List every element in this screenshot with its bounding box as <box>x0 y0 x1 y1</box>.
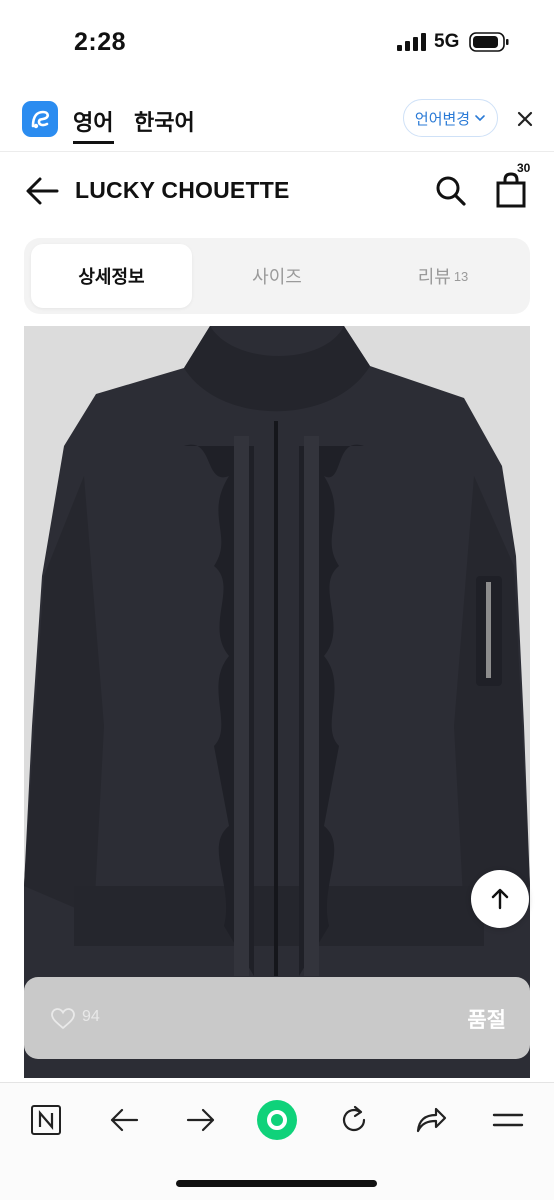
target-language-tab[interactable]: 한국어 <box>134 105 195 137</box>
detail-tabs: 상세정보 사이즈 리뷰 13 <box>24 238 530 314</box>
purchase-bar: 94 품절 <box>24 977 530 1059</box>
translator-logo-icon <box>22 101 58 137</box>
sold-out-label: 품절 <box>467 1009 506 1032</box>
tab-size[interactable]: 사이즈 <box>199 244 355 308</box>
tab-reviews-label: 리뷰 <box>417 267 451 287</box>
product-image <box>24 326 530 1078</box>
battery-icon <box>469 32 509 52</box>
active-language-underline <box>73 141 114 144</box>
change-language-button[interactable]: 언어변경 <box>403 99 498 137</box>
chevron-down-icon <box>475 115 485 122</box>
tab-reviews[interactable]: 리뷰 13 <box>362 244 524 308</box>
scroll-top-button[interactable] <box>471 870 529 928</box>
menu-icon[interactable] <box>488 1100 528 1140</box>
refresh-icon[interactable] <box>334 1100 374 1140</box>
brand-title: LUCKY CHOUETTE <box>75 177 290 203</box>
heart-icon[interactable] <box>50 1007 76 1030</box>
share-icon[interactable] <box>411 1100 451 1140</box>
green-circle-icon[interactable] <box>256 1099 298 1141</box>
cellular-signal-icon <box>397 33 426 51</box>
source-language-tab[interactable]: 영어 <box>73 105 113 137</box>
close-icon[interactable] <box>514 108 536 130</box>
cart-count-badge: 30 <box>517 161 531 175</box>
arrow-up-icon <box>491 888 509 910</box>
status-bar: 2:28 5G <box>0 0 554 84</box>
app-header: LUCKY CHOUETTE 30 <box>0 160 554 224</box>
status-time: 2:28 <box>74 28 127 56</box>
search-icon[interactable] <box>434 174 468 208</box>
naver-home-icon[interactable] <box>26 1100 66 1140</box>
like-count: 94 <box>82 1008 100 1025</box>
review-count: 13 <box>453 268 469 284</box>
home-indicator <box>176 1180 377 1187</box>
forward-arrow-icon[interactable] <box>181 1100 221 1140</box>
network-label: 5G <box>434 31 460 52</box>
shopping-bag-icon[interactable] <box>494 172 528 208</box>
back-arrow-icon[interactable] <box>104 1100 144 1140</box>
tab-details[interactable]: 상세정보 <box>31 244 192 308</box>
back-arrow-icon[interactable] <box>24 174 60 208</box>
translate-bar: 영어 한국어 언어변경 <box>0 92 554 152</box>
change-language-label: 언어변경 <box>414 110 471 128</box>
